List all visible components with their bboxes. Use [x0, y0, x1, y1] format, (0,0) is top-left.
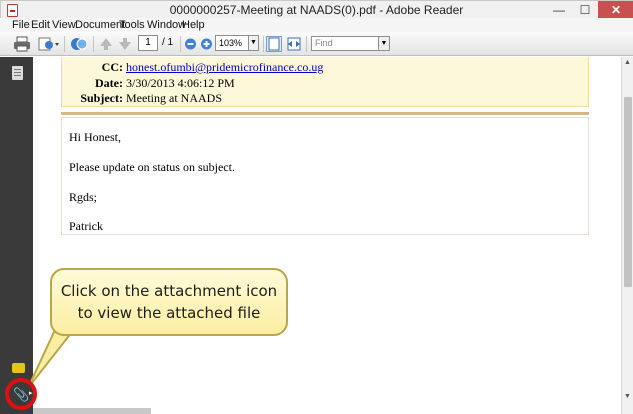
close-button[interactable]: ✕ [598, 1, 633, 19]
message-text: Please update on status on subject. [69, 160, 235, 174]
menu-edit[interactable]: Edit [31, 18, 50, 32]
share-icon[interactable] [38, 36, 60, 52]
cc-row: CC: honest.ofumbi@pridemicrofinance.co.u… [62, 60, 590, 76]
menu-file[interactable]: File [12, 18, 30, 32]
minimize-button[interactable]: — [546, 1, 572, 19]
collaborate-icon[interactable] [70, 36, 88, 52]
page-number-input[interactable]: 1 [138, 35, 158, 51]
scroll-down-icon[interactable]: ▼ [624, 393, 631, 400]
menu-view[interactable]: View [52, 18, 76, 32]
email-header-table: CC: honest.ofumbi@pridemicrofinance.co.u… [61, 57, 589, 107]
signoff-text: Rgds; [69, 190, 98, 204]
callout-bubble: Click on the attachment icon to view the… [50, 268, 288, 336]
date-label: Date: [95, 76, 123, 90]
toolbar-separator [263, 36, 264, 52]
fit-width-icon[interactable] [286, 36, 302, 52]
callout-line-2: to view the attached file [77, 304, 261, 322]
scroll-thumb[interactable] [624, 97, 632, 287]
page-total: / 1 [162, 37, 174, 48]
menu-bar: File Edit View Document Tools Window Hel… [0, 18, 633, 32]
previous-page-icon[interactable] [99, 36, 113, 52]
zoom-out-icon[interactable] [184, 36, 197, 52]
attachment-expand-arrow[interactable]: ▸ [29, 389, 33, 397]
subject-label: Subject: [80, 91, 123, 105]
header-divider [61, 112, 589, 115]
toolbar-separator [64, 36, 65, 52]
page-thumbnails-icon[interactable] [12, 66, 23, 80]
next-page-icon[interactable] [118, 36, 132, 52]
callout-line-1: Click on the attachment icon [60, 282, 278, 300]
date-row: Date: 3/30/2013 4:06:12 PM [62, 76, 590, 92]
toolbar-separator [306, 36, 307, 52]
zoom-in-icon[interactable] [200, 36, 213, 52]
toolbar-separator [180, 36, 181, 52]
zoom-level-input[interactable]: 103% [215, 35, 249, 51]
vertical-scrollbar[interactable]: ▲ ▼ [621, 57, 633, 414]
date-value: 3/30/2013 4:06:12 PM [126, 76, 235, 90]
paperclip-icon[interactable]: 📎 [13, 387, 29, 403]
subject-value: Meeting at NAADS [126, 91, 222, 105]
window-title: 0000000257-Meeting at NAADS(0).pdf - Ado… [169, 3, 464, 17]
email-body: Hi Honest, Please update on status on su… [61, 117, 589, 235]
document-area: CC: honest.ofumbi@pridemicrofinance.co.u… [33, 57, 621, 414]
horizontal-scrollbar[interactable] [33, 408, 151, 414]
print-icon[interactable] [13, 36, 31, 52]
menu-tools[interactable]: Tools [119, 18, 145, 32]
zoom-dropdown-icon[interactable]: ▼ [249, 35, 259, 51]
toolbar: 1 / 1 103% ▼ Find ▼ [0, 32, 633, 56]
find-dropdown-icon[interactable]: ▼ [379, 36, 390, 51]
toolbar-separator [93, 36, 94, 52]
menu-help[interactable]: Help [182, 18, 205, 32]
cc-label: CC: [101, 60, 123, 74]
find-input[interactable]: Find [311, 36, 379, 51]
title-bar: 0000000257-Meeting at NAADS(0).pdf - Ado… [0, 0, 633, 19]
scroll-up-icon[interactable]: ▲ [624, 59, 631, 66]
fit-page-icon[interactable] [266, 36, 282, 52]
callout-pointer [27, 331, 75, 389]
signature-text: Patrick [69, 219, 103, 233]
maximize-button[interactable]: ☐ [572, 1, 598, 19]
greeting-text: Hi Honest, [69, 130, 121, 144]
menu-document[interactable]: Document [75, 18, 125, 32]
subject-row: Subject: Meeting at NAADS [62, 91, 590, 107]
menu-window[interactable]: Window [147, 18, 186, 32]
cc-email-link[interactable]: honest.ofumbi@pridemicrofinance.co.ug [126, 60, 323, 75]
